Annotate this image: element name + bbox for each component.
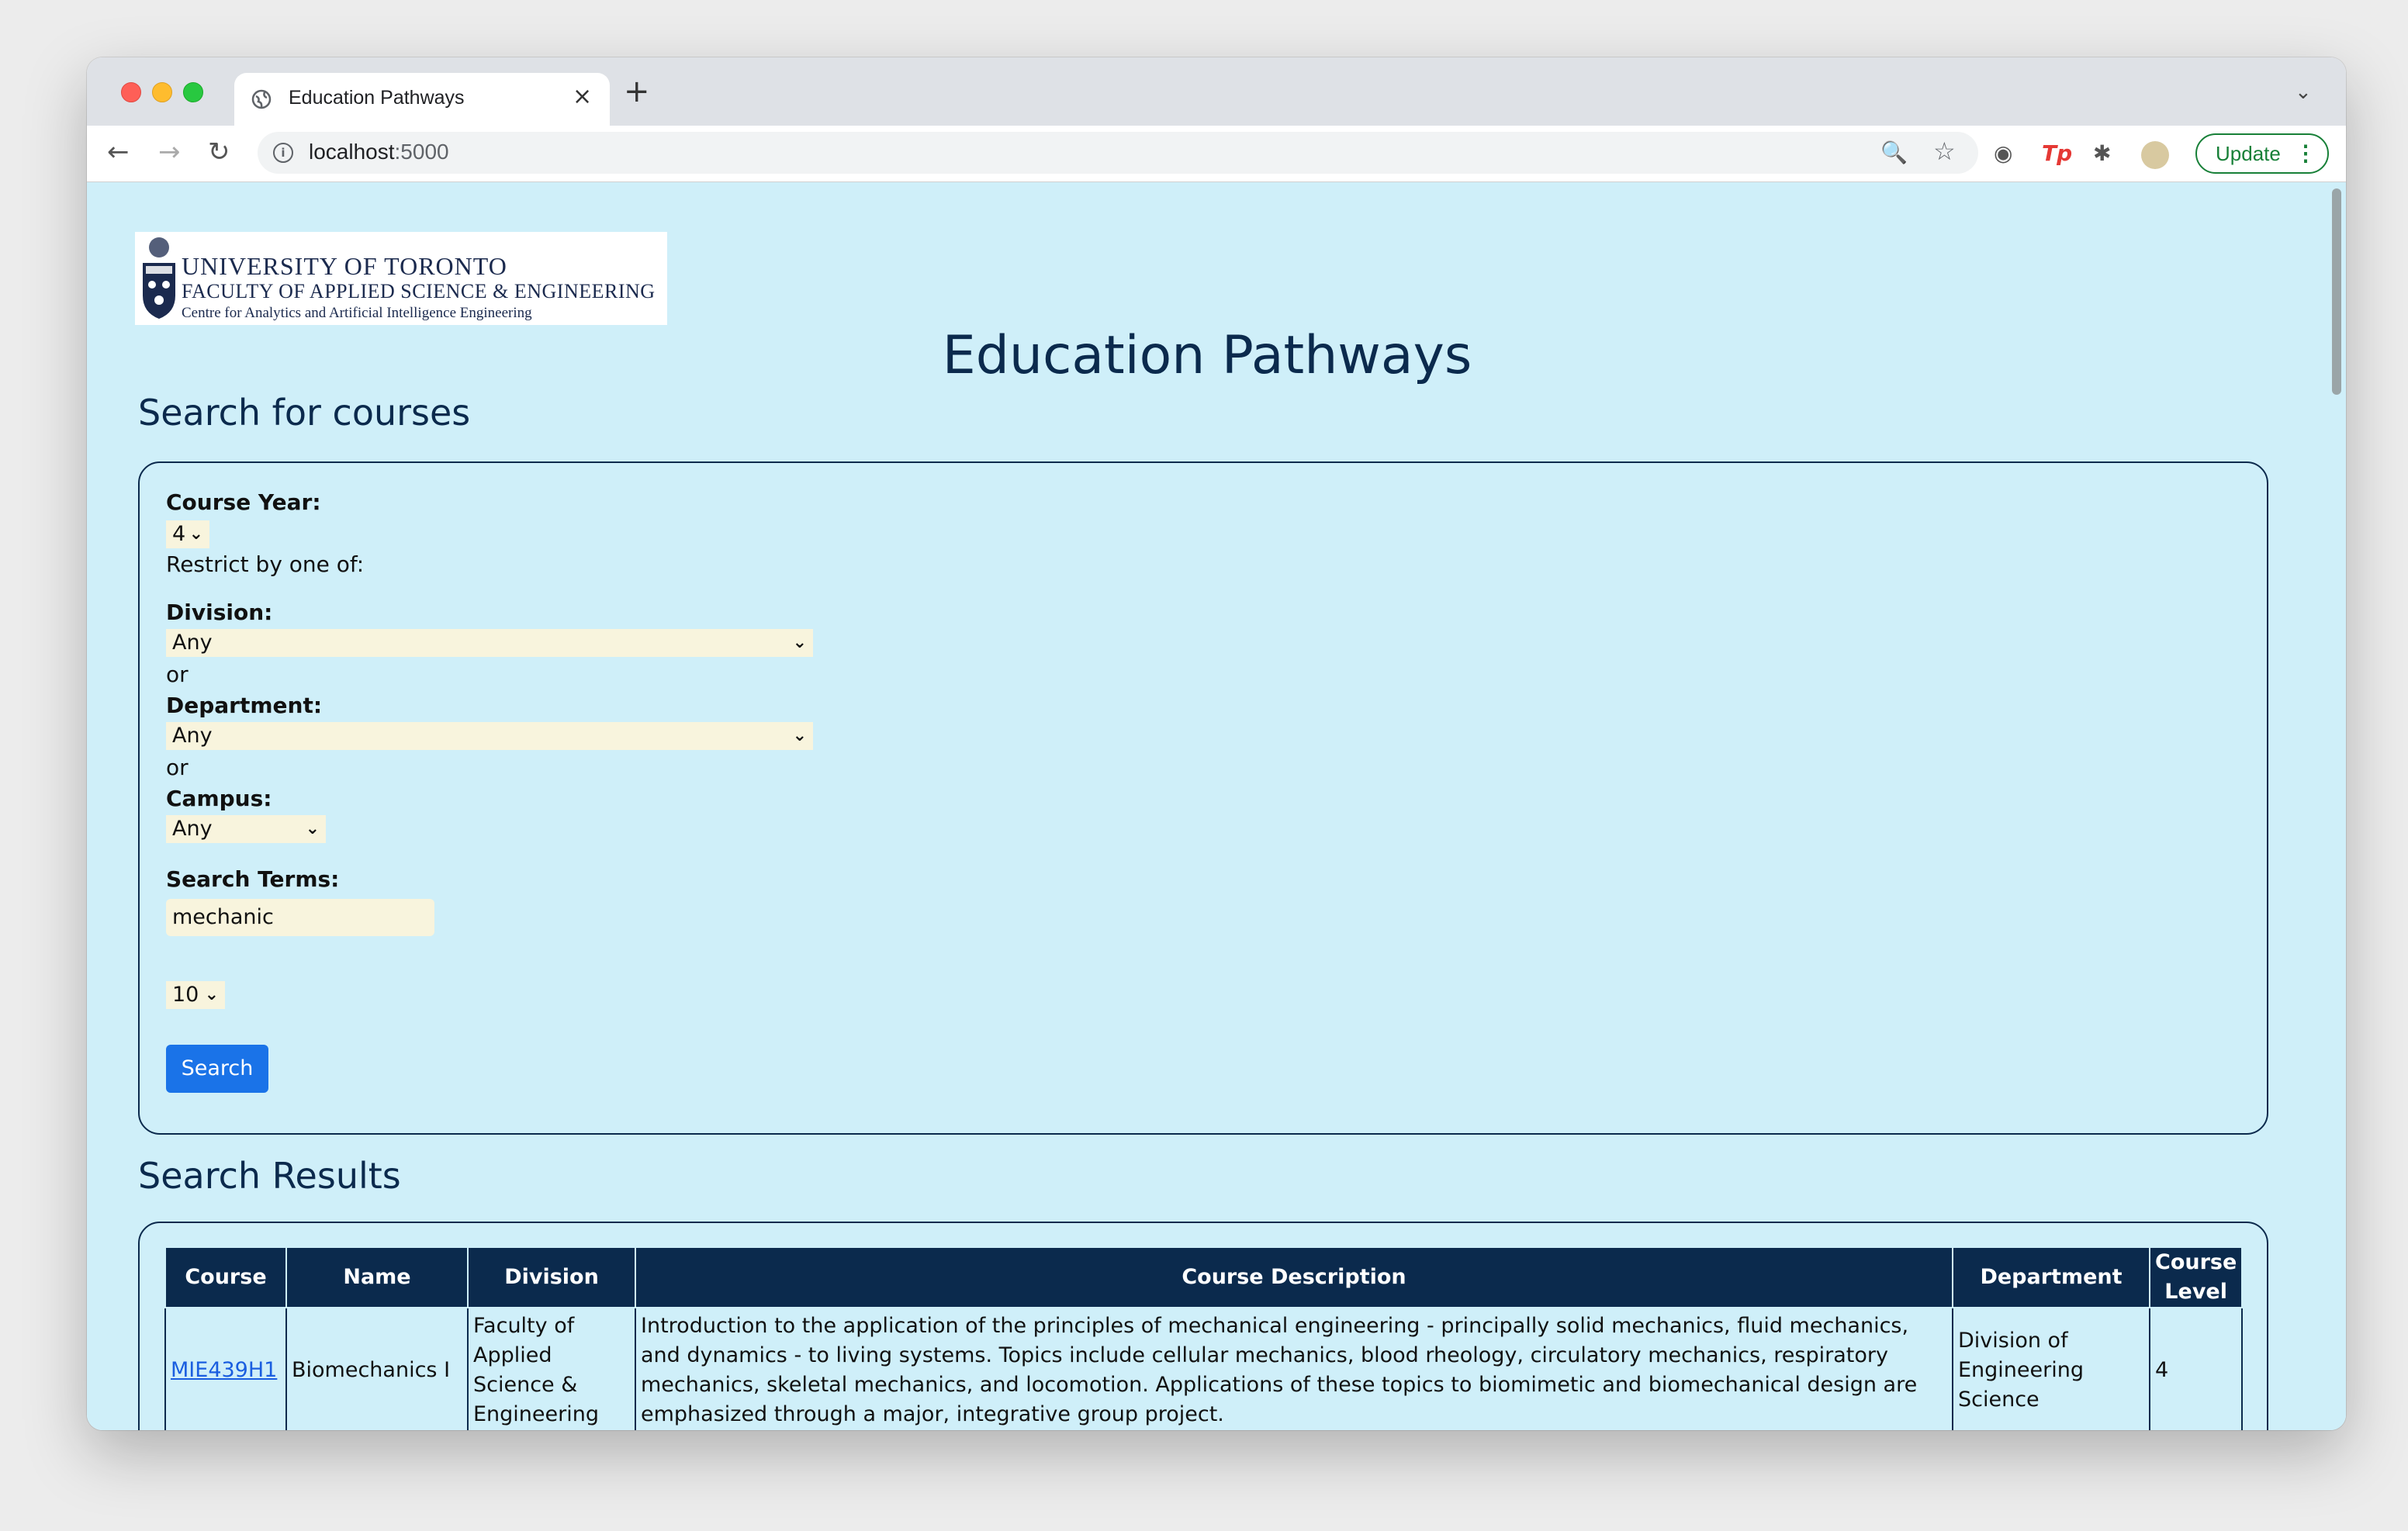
university-logo: UNIVERSITY OF TORONTO FACULTY OF APPLIED… bbox=[135, 232, 667, 325]
course-year-value: 4 bbox=[172, 522, 186, 546]
tab-title: Education Pathways bbox=[289, 87, 465, 109]
forward-icon[interactable]: → bbox=[158, 137, 181, 168]
update-button[interactable]: Update ⋮ bbox=[2195, 133, 2329, 174]
division-label: Division: bbox=[166, 600, 273, 625]
chevron-down-icon: ⌄ bbox=[305, 819, 320, 838]
close-window-button[interactable] bbox=[121, 82, 141, 102]
campus-value: Any bbox=[172, 817, 213, 841]
address-bar[interactable]: i localhost:5000 🔍 ☆ bbox=[258, 132, 1978, 174]
zoom-icon[interactable]: 🔍 bbox=[1880, 140, 1908, 165]
results-table: Course Name Division Course Description … bbox=[164, 1246, 2244, 1430]
search-form-panel: Course Year: 4 ⌄ Restrict by one of: Div… bbox=[138, 461, 2268, 1135]
division-value: Any bbox=[172, 631, 213, 655]
column-header-name: Name bbox=[285, 1246, 469, 1308]
puzzle-extensions-icon[interactable]: ✱ bbox=[2093, 140, 2111, 168]
search-button[interactable]: Search bbox=[166, 1045, 268, 1093]
course-year-label: Course Year: bbox=[166, 489, 321, 515]
crest-icon bbox=[143, 237, 175, 319]
page-viewport: UNIVERSITY OF TORONTO FACULTY OF APPLIED… bbox=[87, 182, 2346, 1430]
column-header-course: Course bbox=[164, 1246, 287, 1308]
cell-division: Faculty of Applied Science & Engineering bbox=[467, 1307, 636, 1430]
table-header-row: Course Name Division Course Description … bbox=[164, 1246, 2244, 1308]
results-heading: Search Results bbox=[138, 1155, 401, 1197]
logo-line-faculty: FACULTY OF APPLIED SCIENCE & ENGINEERING bbox=[182, 280, 656, 302]
page-title: Education Pathways bbox=[942, 325, 1472, 386]
cell-description: Introduction to the application of the p… bbox=[635, 1307, 1953, 1430]
chevron-down-icon: ⌄ bbox=[189, 524, 203, 544]
table-row: MIE439H1 Biomechanics I Faculty of Appli… bbox=[164, 1307, 2244, 1430]
cell-course: MIE439H1 bbox=[164, 1307, 287, 1430]
search-terms-input[interactable]: mechanic bbox=[166, 899, 434, 936]
cell-level: 4 bbox=[2148, 1307, 2244, 1430]
campus-label: Campus: bbox=[166, 786, 272, 811]
search-terms-label: Search Terms: bbox=[166, 866, 340, 892]
cell-department: Division of Engineering Science bbox=[1952, 1307, 2150, 1430]
browser-toolbar: ← → ↻ i localhost:5000 🔍 ☆ ◉ Tp ✱ Update… bbox=[87, 126, 2346, 182]
site-info-icon[interactable]: i bbox=[273, 143, 293, 163]
department-label: Department: bbox=[166, 693, 323, 718]
tab-search-chevron-icon[interactable]: ⌄ bbox=[2295, 81, 2312, 104]
tp-extension-icon[interactable]: Tp bbox=[2042, 140, 2072, 168]
scrollbar-thumb[interactable] bbox=[2332, 188, 2341, 395]
campus-select[interactable]: Any ⌄ bbox=[166, 815, 326, 843]
restrict-text: Restrict by one of: bbox=[166, 551, 365, 577]
reload-icon[interactable]: ↻ bbox=[208, 137, 230, 168]
column-header-department: Department bbox=[1952, 1246, 2150, 1308]
or-text: or bbox=[166, 662, 189, 687]
cell-name: Biomechanics I bbox=[285, 1307, 469, 1430]
department-select[interactable]: Any ⌄ bbox=[166, 722, 813, 750]
chevron-down-icon: ⌄ bbox=[792, 726, 807, 745]
tab-education-pathways[interactable]: Education Pathways × bbox=[234, 73, 610, 126]
new-tab-icon[interactable]: + bbox=[624, 76, 650, 107]
results-count-value: 10 bbox=[172, 983, 199, 1007]
browser-window: Education Pathways × + ⌄ ← → ↻ i localho… bbox=[87, 57, 2346, 1430]
maximize-window-button[interactable] bbox=[183, 82, 203, 102]
level-header-line1: Course bbox=[2155, 1250, 2237, 1274]
minimize-window-button[interactable] bbox=[152, 82, 172, 102]
update-label: Update bbox=[2216, 142, 2281, 165]
globe-icon bbox=[251, 89, 272, 109]
or-text: or bbox=[166, 755, 189, 780]
scrollbar[interactable] bbox=[2327, 182, 2346, 1430]
chevron-down-icon: ⌄ bbox=[204, 985, 219, 1004]
department-value: Any bbox=[172, 724, 213, 748]
column-header-division: Division bbox=[467, 1246, 636, 1308]
tab-strip: Education Pathways × + ⌄ bbox=[87, 57, 2346, 126]
course-link[interactable]: MIE439H1 bbox=[171, 1358, 277, 1382]
results-count-select[interactable]: 10 ⌄ bbox=[166, 981, 225, 1009]
back-icon[interactable]: ← bbox=[107, 137, 130, 168]
course-year-select[interactable]: 4 ⌄ bbox=[166, 520, 209, 548]
column-header-description: Course Description bbox=[635, 1246, 1953, 1308]
search-heading: Search for courses bbox=[138, 392, 471, 434]
column-header-level: Course Level bbox=[2148, 1246, 2244, 1308]
division-select[interactable]: Any ⌄ bbox=[166, 629, 813, 657]
profile-avatar[interactable] bbox=[2141, 141, 2169, 169]
chevron-down-icon: ⌄ bbox=[792, 633, 807, 652]
logo-line-centre: Centre for Analytics and Artificial Inte… bbox=[182, 305, 532, 321]
close-tab-icon[interactable]: × bbox=[573, 85, 592, 109]
logo-line-university: UNIVERSITY OF TORONTO bbox=[182, 252, 507, 280]
level-header-line2: Level bbox=[2164, 1280, 2227, 1304]
menu-icon[interactable]: ⋮ bbox=[2295, 135, 2316, 172]
bookmark-star-icon[interactable]: ☆ bbox=[1933, 137, 1956, 166]
extension-icon[interactable]: ◉ bbox=[1994, 140, 2012, 168]
url-text: localhost:5000 bbox=[309, 140, 449, 164]
